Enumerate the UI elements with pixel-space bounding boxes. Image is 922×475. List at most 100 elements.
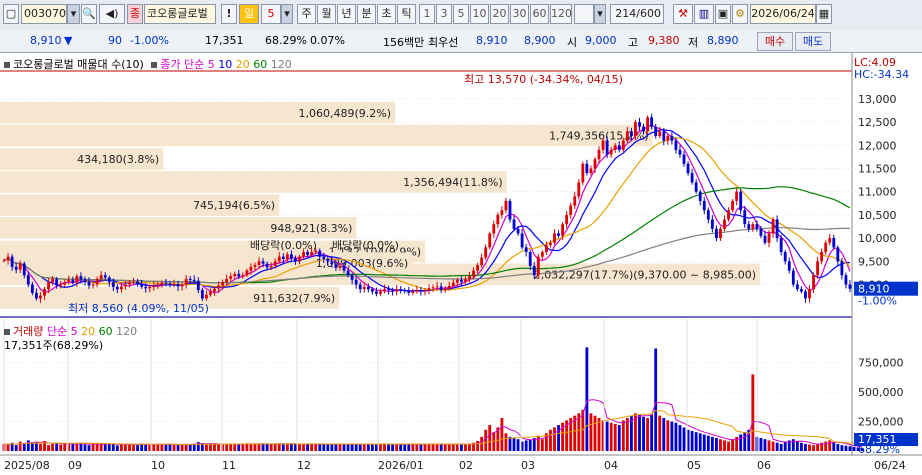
favorite-icon[interactable]: 종 [127,4,143,24]
legend-square-icon [4,329,10,335]
candle-body [544,245,548,253]
search-icon[interactable]: 🔍 [81,4,97,24]
volume-bar [39,443,42,451]
candle-body [480,257,484,266]
candle-body [407,290,411,293]
period-monthly-tab[interactable]: 월 [317,4,336,24]
date-tick-label: 04 [604,459,618,472]
period-count-input[interactable]: 5 [261,4,281,24]
speaker-icon[interactable]: ◀) [99,4,125,24]
interval-60-button[interactable]: 60 [530,4,549,24]
volume-bar [71,444,75,451]
volume-bar [585,347,589,451]
volume-bar [642,416,645,451]
volume-tick-label: 250,000 [858,416,904,429]
period-tick-tab[interactable]: 틱 [397,4,416,24]
volume-bar [103,444,107,451]
change-percent: -1.00% [130,34,169,47]
volume-tick-label: 500,000 [858,386,904,399]
volume-bar [354,444,358,451]
period-second-tab[interactable]: 초 [377,4,396,24]
indicator-tool-icon[interactable]: ⚒ [673,4,693,24]
volume-bar [269,444,273,451]
custom-interval-dropdown-icon[interactable]: ▾ [594,4,606,24]
volume-bar [468,443,471,451]
window-icon[interactable]: ▢ [3,4,19,24]
candle-body [828,238,832,243]
volume-bar [294,443,297,451]
period-minute-tab[interactable]: 분 [357,4,376,24]
volume-bar [816,443,820,451]
candle-body [249,266,253,271]
candle-body [265,263,269,268]
date-tick-label: 06/24 [874,459,906,472]
volume-bar [670,421,674,451]
candle-body [55,278,59,286]
period-count-dropdown-icon[interactable]: ▾ [281,4,293,24]
notice-button[interactable]: ! [221,4,237,24]
candle-body [447,285,451,289]
custom-interval-input[interactable] [574,4,594,24]
candle-body [585,163,589,174]
candle-body [524,247,528,253]
interval-10-button[interactable]: 10 [470,4,489,24]
stock-name-field[interactable]: 코오롱글로벌 [144,4,216,24]
data-count-field[interactable]: 214/600 [610,4,664,24]
interval-3-button[interactable]: 3 [436,4,452,24]
volume-bar [261,443,265,451]
settings-gear-icon[interactable]: ⚙ [732,4,748,24]
candle-body [354,279,358,285]
candle-body [245,270,249,276]
date-input[interactable]: 2026/06/24 [750,4,816,24]
volume-tick-label: 750,000 [858,357,904,370]
volume-bar [751,374,755,451]
candle-body [832,238,836,248]
chart-type-icon[interactable]: ▥ [694,4,714,24]
volume-bar [51,443,55,451]
candle-body [540,252,544,257]
volume-bar [26,440,30,451]
candle-body [362,286,366,290]
period-yearly-tab[interactable]: 년 [337,4,356,24]
volume-bar [314,444,318,451]
code-dropdown-icon[interactable]: ▾ [67,4,80,24]
interval-5-button[interactable]: 5 [453,4,469,24]
candle-body [844,275,848,285]
date-tick-label: 2025/08 [4,459,50,472]
interval-120-button[interactable]: 120 [550,4,572,24]
calendar-icon[interactable]: ▦ [816,4,832,24]
volume-bar [59,444,63,451]
volume-bar [47,445,50,451]
candle-body [609,149,613,155]
buy-button[interactable]: 매수 [757,32,793,51]
candle-body [702,200,706,211]
candle-body [261,261,265,264]
sell-button[interactable]: 매도 [795,32,831,51]
candle-body [237,273,241,277]
candle-body [658,131,662,136]
volume-bar [710,436,714,451]
period-daily-tab[interactable]: 일 [239,4,259,24]
period-weekly-tab[interactable]: 주 [297,4,316,24]
interval-1-button[interactable]: 1 [419,4,435,24]
candle-body [124,284,127,287]
chart-area[interactable]: 13,000 12,500 12,000 11,500 11,000 10,500 10,0… [0,53,922,475]
candle-body [678,149,682,155]
volume-bar [180,444,184,451]
volume-bar [795,441,799,451]
candle-body [431,287,435,289]
interval-20-button[interactable]: 20 [490,4,509,24]
stock-code-input[interactable]: 003070 [21,4,67,24]
save-icon[interactable]: ▣ [715,4,731,24]
volume-bar [124,444,127,451]
candle-body [714,228,718,239]
volume-bar [540,439,544,451]
volume-bar [678,425,682,451]
stock-chart[interactable]: 13,000 12,500 12,000 11,500 11,000 10,500 10,0… [0,53,922,475]
candle-body [791,270,795,285]
volume-bar [370,444,374,451]
hc-label: HC:-34.34 [854,68,909,81]
volume-bar [650,414,654,451]
interval-30-button[interactable]: 30 [510,4,529,24]
candle-body [289,254,293,259]
